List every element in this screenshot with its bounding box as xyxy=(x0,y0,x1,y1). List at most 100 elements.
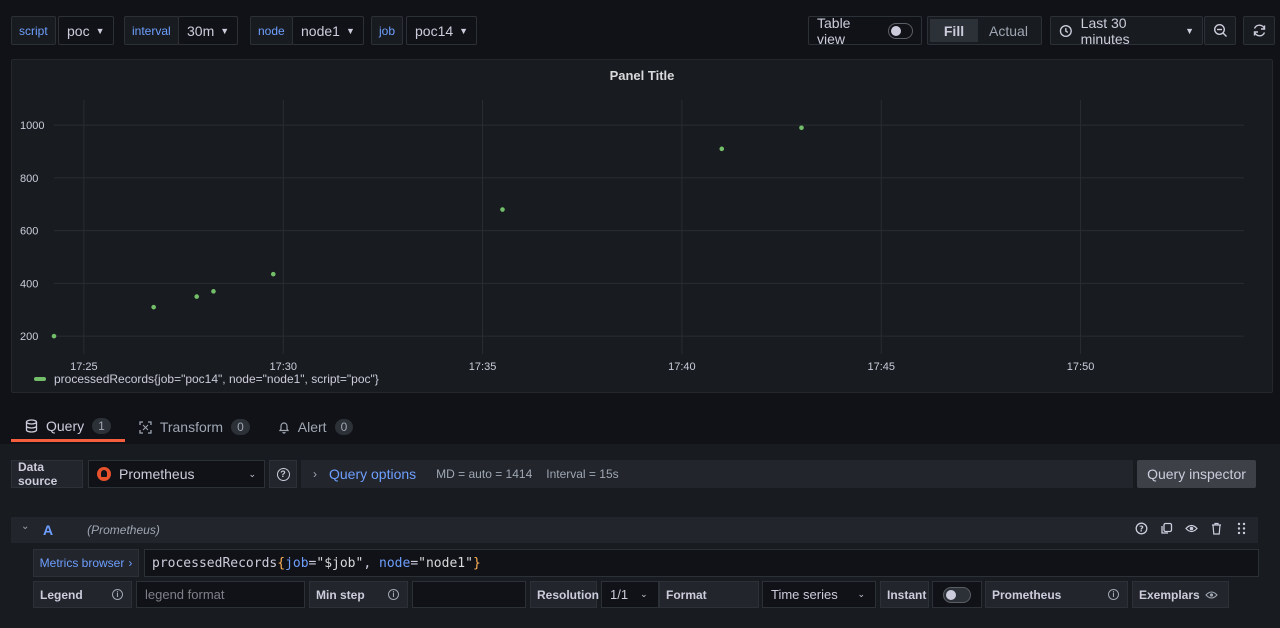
format-value: Time series xyxy=(771,587,838,602)
fill-button[interactable]: Fill xyxy=(930,19,978,42)
instant-toggle[interactable] xyxy=(932,581,982,608)
legend-format-input[interactable]: legend format xyxy=(136,581,305,608)
label-text: Legend xyxy=(40,587,83,602)
query-datasource-name: (Prometheus) xyxy=(87,523,160,537)
var-select-node[interactable]: node1 ▼ xyxy=(292,16,364,45)
duplicate-icon[interactable] xyxy=(1160,522,1173,535)
datasource-value: Prometheus xyxy=(119,466,195,482)
expr-brace-close: } xyxy=(472,555,481,571)
query-row-header[interactable]: ⌄ A (Prometheus) ? xyxy=(11,517,1258,543)
resolution-select[interactable]: 1/1 ⌄ xyxy=(601,581,659,608)
chevron-down-icon: ⌄ xyxy=(857,589,865,599)
actual-button[interactable]: Actual xyxy=(978,23,1039,39)
toggle-switch[interactable] xyxy=(943,586,971,603)
data-point xyxy=(51,333,57,339)
zoom-out-button[interactable] xyxy=(1204,16,1236,45)
var-value: node1 xyxy=(301,22,340,39)
legend-placeholder: legend format xyxy=(145,587,225,602)
expr-operator: = xyxy=(410,555,419,571)
time-series-chart: 200400600800100017:25 17:30 17:35 17:40 17:4… xyxy=(20,100,1244,373)
promql-expression-input[interactable]: processedRecords{job = "$job", node = "node1… xyxy=(144,549,1259,577)
metrics-browser-label: Metrics browser xyxy=(39,556,125,570)
x-tick-label: 17:35 xyxy=(469,361,497,373)
query-row-actions: ? xyxy=(1135,522,1248,535)
help-icon[interactable]: ? xyxy=(1135,522,1148,535)
eye-icon[interactable] xyxy=(1185,522,1198,535)
table-view-label: Table view xyxy=(817,14,851,47)
collapse-chevron-icon[interactable]: ⌄ xyxy=(21,521,29,532)
data-point xyxy=(270,271,276,277)
label-text: Prometheus xyxy=(992,587,1062,602)
query-inspector-button[interactable]: Query inspector xyxy=(1137,460,1256,488)
database-icon xyxy=(25,418,38,433)
min-step-label: Min step i xyxy=(309,581,408,608)
datasource-help-button[interactable]: ? xyxy=(269,460,297,488)
exemplars-label: Exemplars xyxy=(1132,581,1229,608)
time-range-picker[interactable]: Last 30 minutes ▼ xyxy=(1050,14,1203,47)
expr-label-key: job xyxy=(285,555,309,571)
info-icon[interactable]: i xyxy=(1108,589,1119,600)
fill-actual-group: Fill Actual xyxy=(927,16,1042,45)
metrics-browser-button[interactable]: Metrics browser › xyxy=(33,549,139,577)
data-point xyxy=(799,125,804,131)
table-view-toggle[interactable]: Table view xyxy=(808,14,922,47)
expr-brace-open: { xyxy=(277,555,286,571)
resolution-value: 1/1 xyxy=(610,587,629,602)
data-point xyxy=(500,207,505,212)
info-icon[interactable]: i xyxy=(388,589,399,600)
var-select-script[interactable]: poc ▼ xyxy=(58,16,114,45)
data-point xyxy=(719,146,725,152)
data-point xyxy=(151,304,156,310)
query-options-toggle[interactable]: Query options xyxy=(329,466,416,482)
max-data-points-info: MD = auto = 1414 xyxy=(436,467,533,481)
trash-icon[interactable] xyxy=(1210,522,1223,535)
label-text: Min step xyxy=(316,587,365,602)
chevron-right-icon: › xyxy=(313,467,317,481)
refresh-icon xyxy=(1253,24,1265,37)
chevron-down-icon: ▼ xyxy=(345,25,355,36)
format-select[interactable]: Time series ⌄ xyxy=(762,581,876,608)
var-value: 30m xyxy=(187,22,215,39)
datasource-select[interactable]: Prometheus ⌄ xyxy=(88,460,265,488)
y-tick-label: 400 xyxy=(20,278,38,290)
query-ref-id[interactable]: A xyxy=(43,522,53,538)
dashboard-toolbar: script poc ▼ interval 30m ▼ node node1 ▼ jo… xyxy=(0,0,1280,58)
var-value: poc xyxy=(67,22,90,39)
legend-label: processedRecords{job="poc14", node="node… xyxy=(54,372,379,386)
clock-icon xyxy=(1059,24,1072,37)
tab-alert[interactable]: Alert 0 xyxy=(264,412,367,442)
toggle-switch[interactable] xyxy=(887,22,913,39)
chart-legend[interactable]: processedRecords{job="poc14", node="node… xyxy=(34,372,379,386)
tab-label: Transform xyxy=(159,419,224,435)
query-options-bar[interactable]: › Query options MD = auto = 1414 Interva… xyxy=(301,460,1133,488)
prometheus-icon xyxy=(97,467,111,481)
var-select-interval[interactable]: 30m ▼ xyxy=(178,16,239,45)
expr-label-value: "node1" xyxy=(418,555,473,571)
tab-query[interactable]: Query 1 xyxy=(11,412,125,442)
expr-metric: processedRecords xyxy=(152,555,278,571)
eye-icon[interactable] xyxy=(1205,590,1218,600)
bell-icon xyxy=(278,421,289,434)
legend-swatch xyxy=(34,377,46,381)
info-icon[interactable]: i xyxy=(112,589,123,600)
chevron-down-icon: ▼ xyxy=(459,25,469,36)
time-range-label: Last 30 minutes xyxy=(1080,14,1130,47)
y-tick-label: 1000 xyxy=(20,120,44,132)
drag-handle-icon[interactable] xyxy=(1235,522,1248,535)
chevron-down-icon: ⌄ xyxy=(248,468,256,479)
var-label-script: script xyxy=(11,16,56,45)
refresh-button[interactable] xyxy=(1243,16,1275,45)
data-point xyxy=(194,294,200,299)
y-tick-label: 600 xyxy=(20,226,38,238)
var-select-job[interactable]: poc14 ▼ xyxy=(406,16,478,45)
instant-label: Instant xyxy=(880,581,929,608)
var-label-job: job xyxy=(371,16,404,45)
min-step-input[interactable] xyxy=(412,581,526,608)
x-tick-label: 17:45 xyxy=(867,361,895,373)
chevron-down-icon: ▼ xyxy=(1185,25,1194,36)
expr-label-value: "$job" xyxy=(316,555,364,571)
var-label-node: node xyxy=(250,16,293,45)
tab-transform[interactable]: Transform 0 xyxy=(125,412,264,442)
tab-count-badge: 0 xyxy=(334,419,354,435)
data-point xyxy=(211,289,216,294)
